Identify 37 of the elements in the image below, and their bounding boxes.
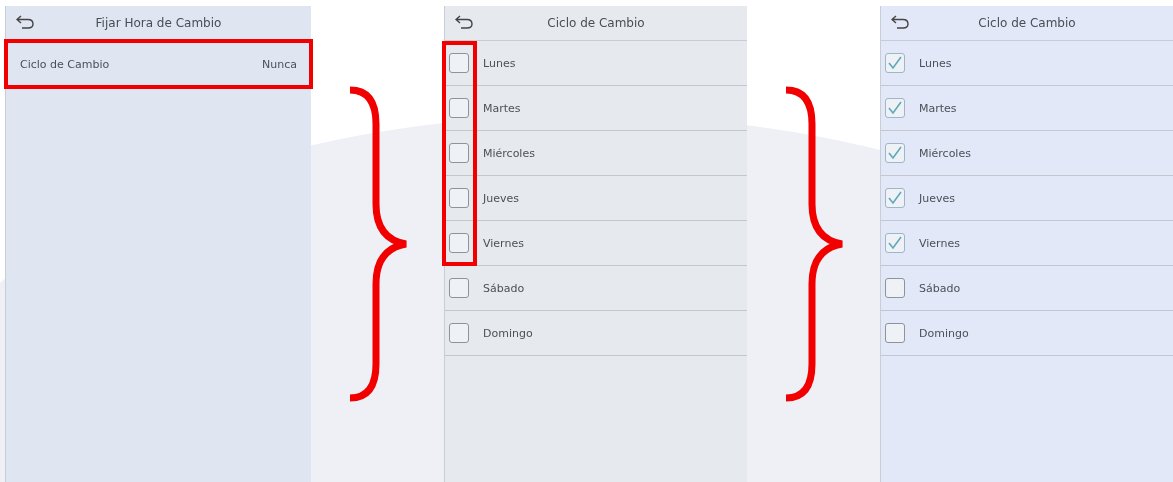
checkbox[interactable]: [885, 143, 905, 163]
day-label: Jueves: [483, 191, 519, 205]
back-icon[interactable]: [16, 15, 34, 29]
screen-title: Fijar Hora de Cambio: [95, 16, 222, 30]
settings-row[interactable]: Ciclo de Cambio Nunca: [6, 41, 311, 87]
day-label: Martes: [919, 101, 957, 115]
day-label: Miércoles: [483, 146, 535, 160]
checkbox[interactable]: [449, 323, 469, 343]
checkbox[interactable]: [885, 98, 905, 118]
checkbox[interactable]: [885, 323, 905, 343]
checkbox[interactable]: [449, 233, 469, 253]
screen-title: Ciclo de Cambio: [978, 16, 1076, 30]
checkbox[interactable]: [449, 278, 469, 298]
day-label: Viernes: [919, 236, 960, 250]
day-label: Sábado: [919, 281, 961, 295]
checkbox[interactable]: [449, 188, 469, 208]
checkbox[interactable]: [449, 98, 469, 118]
day-label: Martes: [483, 101, 521, 115]
checkbox[interactable]: [885, 188, 905, 208]
checkbox[interactable]: [885, 278, 905, 298]
checkbox[interactable]: [449, 143, 469, 163]
day-label: Domingo: [483, 326, 533, 340]
day-label: Viernes: [483, 236, 524, 250]
day-label: Sábado: [483, 281, 525, 295]
day-label: Domingo: [919, 326, 969, 340]
back-icon[interactable]: [891, 15, 909, 29]
screen-title: Ciclo de Cambio: [547, 16, 645, 30]
checkbox[interactable]: [449, 53, 469, 73]
day-label: Jueves: [919, 191, 955, 205]
checkbox[interactable]: [885, 53, 905, 73]
day-label: Lunes: [919, 56, 952, 70]
day-label: Miércoles: [919, 146, 971, 160]
checkbox[interactable]: [885, 233, 905, 253]
row-value: Nunca: [262, 57, 297, 71]
row-label: Ciclo de Cambio: [20, 57, 110, 71]
day-label: Lunes: [483, 56, 516, 70]
back-icon[interactable]: [455, 15, 473, 29]
